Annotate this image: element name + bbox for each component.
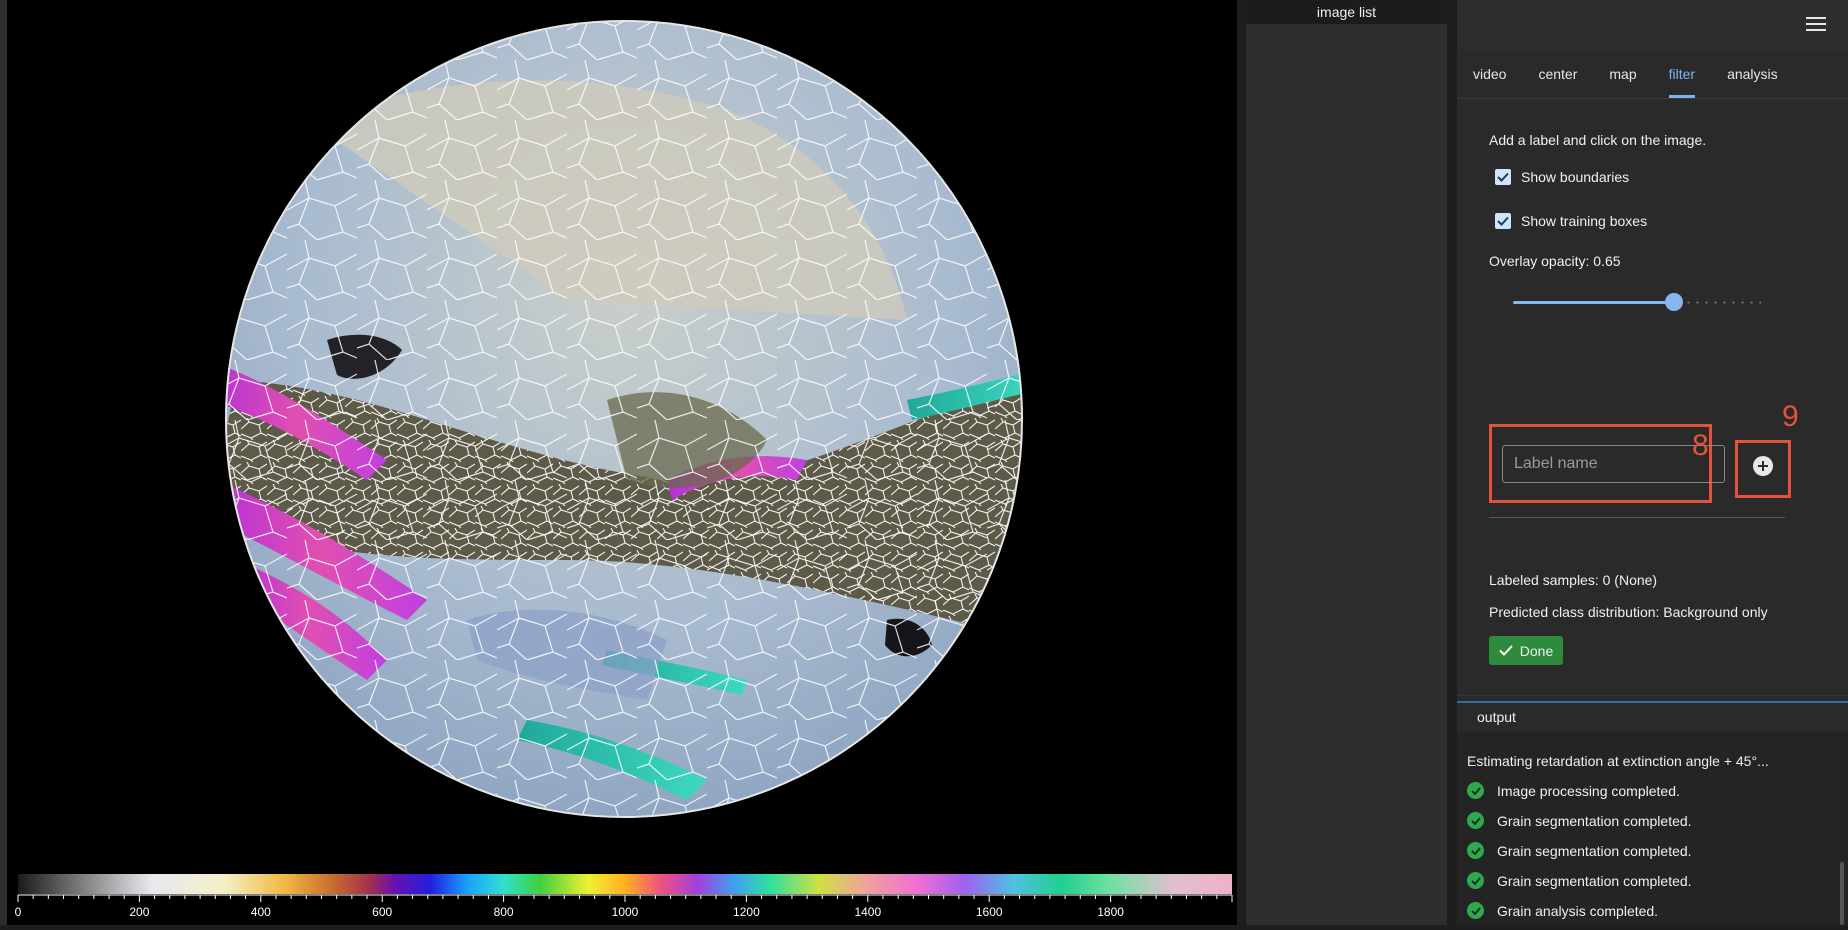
colorbar-ticks	[17, 895, 1233, 902]
check-circle-icon	[1467, 872, 1484, 889]
checkbox-checked-icon	[1495, 213, 1511, 229]
tab-center[interactable]: center	[1538, 66, 1577, 95]
colorbar-tick-label: 1000	[612, 905, 639, 919]
colorbar-tick-label: 1600	[976, 905, 1003, 919]
overlay-opacity-slider[interactable]	[1513, 293, 1761, 311]
tab-filter[interactable]: filter	[1668, 66, 1696, 98]
output-item: Grain analysis completed.	[1467, 902, 1658, 919]
output-scrollbar[interactable]	[1840, 862, 1844, 925]
check-circle-icon	[1467, 902, 1484, 919]
output-title: output	[1477, 709, 1516, 725]
output-item: Grain segmentation completed.	[1467, 842, 1692, 859]
filter-section-separator	[1457, 695, 1848, 696]
image-list-panel: image list	[1246, 0, 1447, 925]
menu-icon[interactable]	[1806, 17, 1826, 33]
checkbox-checked-icon	[1495, 169, 1511, 185]
output-item-text: Grain segmentation completed.	[1497, 872, 1692, 889]
show-boundaries-label: Show boundaries	[1521, 169, 1630, 185]
colorbar-tick-label: 1800	[1097, 905, 1124, 919]
output-item-text: Grain segmentation completed.	[1497, 842, 1692, 859]
done-button-label: Done	[1519, 642, 1554, 659]
show-training-boxes-checkbox[interactable]: Show training boxes	[1495, 213, 1647, 229]
colorbar-gradient	[18, 874, 1232, 894]
output-log[interactable]: Estimating retardation at extinction ang…	[1457, 732, 1848, 925]
output-item-text: Image processing completed.	[1497, 782, 1680, 799]
image-list-header: image list	[1246, 0, 1447, 24]
callout-number-9: 9	[1782, 400, 1799, 433]
colorbar-tick-label: 600	[372, 905, 392, 919]
tab-video[interactable]: video	[1473, 66, 1506, 95]
top-bar	[1457, 0, 1848, 50]
label-divider	[1489, 517, 1785, 518]
colorbar-tick-label: 400	[251, 905, 271, 919]
colorbar-tick-label: 1200	[733, 905, 760, 919]
check-icon	[1499, 645, 1513, 656]
add-label-button[interactable]	[1753, 456, 1773, 476]
output-item: Grain segmentation completed.	[1467, 812, 1692, 829]
output-item: Grain segmentation completed.	[1467, 872, 1692, 889]
colorbar-tick-label: 1400	[854, 905, 881, 919]
viewer-left-edge	[0, 0, 7, 925]
callout-number-8: 8	[1692, 429, 1709, 462]
tab-map[interactable]: map	[1609, 66, 1636, 95]
filter-tab-content: Add a label and click on the image. Show…	[1457, 99, 1848, 696]
output-item-text: Grain analysis completed.	[1497, 902, 1659, 919]
output-header: output	[1457, 701, 1848, 732]
output-status-text: Estimating retardation at extinction ang…	[1467, 753, 1769, 769]
control-panel: video center map filter analysis Add a l…	[1457, 0, 1848, 925]
filter-hint: Add a label and click on the image.	[1489, 132, 1707, 148]
check-circle-icon	[1467, 782, 1484, 799]
check-circle-icon	[1467, 842, 1484, 859]
tab-bar: video center map filter analysis	[1457, 50, 1848, 99]
plus-icon	[1758, 461, 1768, 471]
slider-thumb[interactable]	[1665, 293, 1683, 311]
show-boundaries-checkbox[interactable]: Show boundaries	[1495, 169, 1629, 185]
colorbar-tick-label: 200	[129, 905, 149, 919]
done-button[interactable]: Done	[1489, 636, 1563, 665]
tab-analysis[interactable]: analysis	[1727, 66, 1778, 95]
output-item-text: Grain segmentation completed.	[1497, 812, 1692, 829]
retardation-colorbar: 0 200 400 600 800 1000 1200 1400 1600 1800	[7, 868, 1237, 925]
slider-track-filled	[1513, 301, 1674, 304]
output-item: Image processing completed.	[1467, 782, 1680, 799]
image-viewer[interactable]: 0 200 400 600 800 1000 1200 1400 1600 1800	[0, 0, 1237, 925]
predicted-distribution-text: Predicted class distribution: Background…	[1489, 604, 1768, 620]
labeled-samples-text: Labeled samples: 0 (None)	[1489, 572, 1658, 588]
overlay-opacity-label: Overlay opacity: 0.65	[1489, 253, 1621, 269]
show-training-boxes-label: Show training boxes	[1521, 213, 1648, 229]
check-circle-icon	[1467, 812, 1484, 829]
colorbar-tick-labels: 0 200 400 600 800 1000 1200 1400 1600 1800	[15, 905, 1125, 919]
colorbar-tick-label: 800	[494, 905, 514, 919]
colorbar-tick-label: 0	[15, 905, 22, 919]
thin-section-image[interactable]	[7, 0, 1237, 925]
